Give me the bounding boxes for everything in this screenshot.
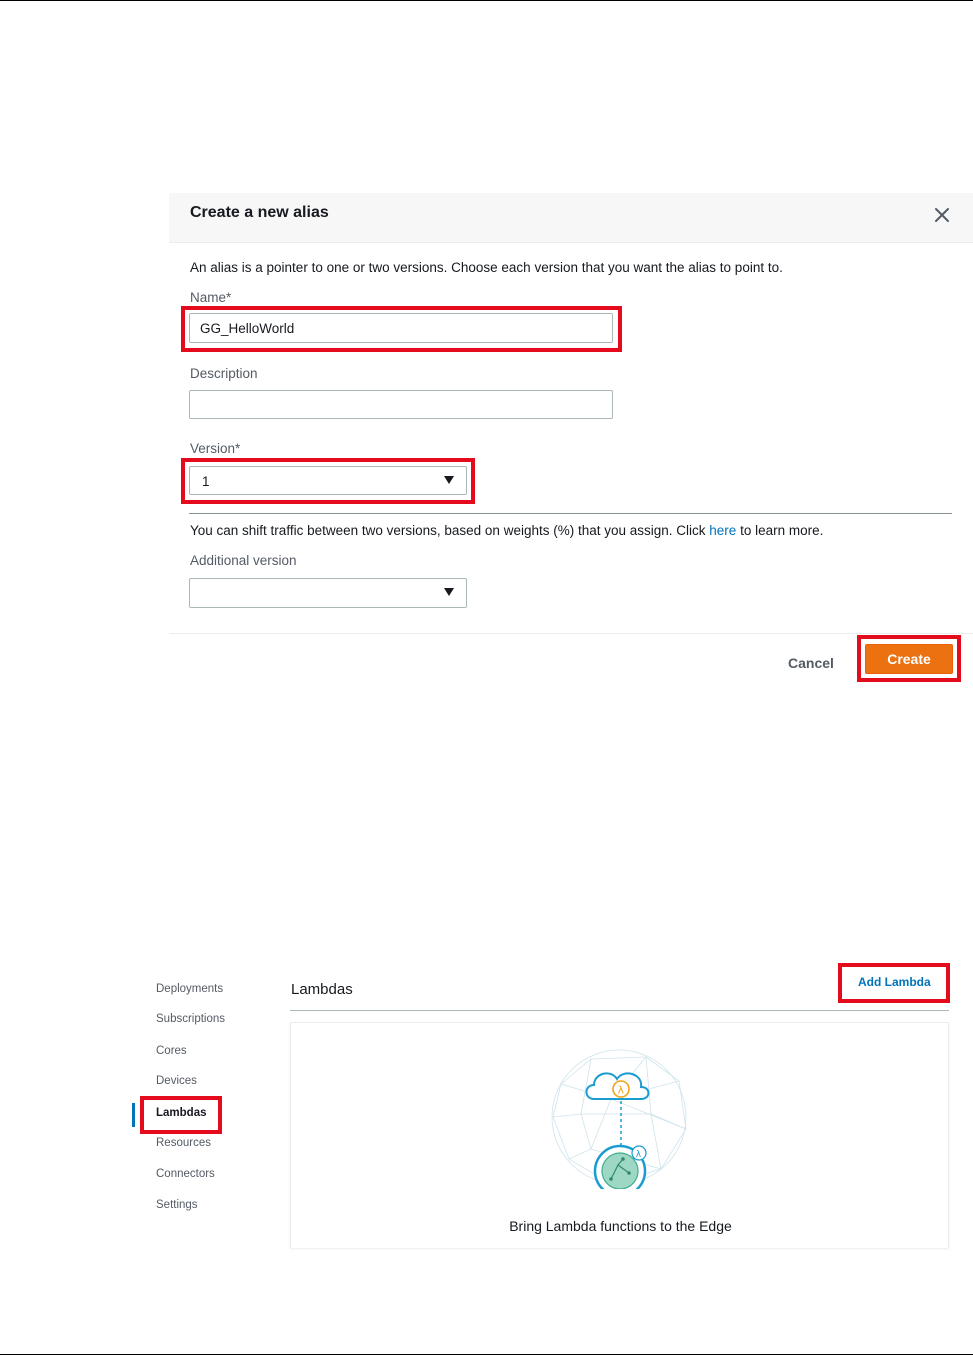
sidebar-item-devices[interactable]: Devices [156, 1075, 197, 1087]
sidebar-item-deployments[interactable]: Deployments [156, 983, 223, 995]
dialog-divider [189, 513, 952, 514]
lambda-edge-device-icon: λ [593, 1144, 647, 1189]
sidebar-item-resources[interactable]: Resources [156, 1137, 211, 1149]
dropdown-caret-icon [444, 476, 454, 484]
traffic-shift-text-before: You can shift traffic between two versio… [190, 523, 710, 538]
name-input[interactable] [189, 313, 613, 343]
dialog-title: Create a new alias [190, 204, 329, 221]
sidebar-item-lambdas[interactable]: Lambdas [156, 1107, 207, 1119]
sidebar-item-settings[interactable]: Settings [156, 1199, 198, 1211]
lambdas-heading: Lambdas [291, 981, 353, 998]
description-input[interactable] [189, 390, 613, 419]
add-lambda-button[interactable]: Add Lambda [858, 975, 931, 989]
lambda-edge-illustration: λ λ [551, 1049, 687, 1189]
version-select-value: 1 [202, 474, 210, 489]
close-icon[interactable] [931, 204, 953, 226]
traffic-shift-text-after: to learn more. [736, 523, 824, 538]
traffic-shift-text: You can shift traffic between two versio… [190, 523, 823, 538]
dropdown-caret-icon [444, 588, 454, 596]
create-alias-dialog: Create a new alias An alias is a pointer… [169, 193, 973, 693]
sidebar-active-marker [132, 1103, 135, 1127]
lambdas-heading-divider [290, 1010, 949, 1011]
dialog-footer-divider [169, 633, 973, 634]
name-label: Name* [190, 290, 232, 305]
svg-text:λ: λ [636, 1150, 642, 1160]
lambda-cloud-icon: λ [585, 1072, 650, 1100]
learn-more-link[interactable]: here [709, 523, 736, 538]
sidebar-item-cores[interactable]: Cores [156, 1045, 187, 1057]
dialog-header: Create a new alias [169, 193, 973, 243]
additional-version-label: Additional version [190, 553, 297, 568]
sidebar-item-subscriptions[interactable]: Subscriptions [156, 1013, 225, 1025]
create-button[interactable]: Create [865, 644, 953, 674]
top-rule [0, 0, 973, 1]
version-select[interactable]: 1 [189, 466, 467, 495]
svg-text:λ: λ [618, 1084, 625, 1097]
version-label: Version* [190, 441, 241, 456]
cancel-button[interactable]: Cancel [775, 648, 847, 678]
empty-state-caption: Bring Lambda functions to the Edge [509, 1218, 732, 1234]
lambdas-empty-state-card: λ λ Bring Lambda functions to the Edge [290, 1022, 949, 1248]
additional-version-select[interactable] [189, 578, 467, 608]
description-label: Description [190, 366, 258, 381]
sidebar-item-connectors[interactable]: Connectors [156, 1168, 215, 1180]
dialog-intro: An alias is a pointer to one or two vers… [190, 260, 783, 275]
